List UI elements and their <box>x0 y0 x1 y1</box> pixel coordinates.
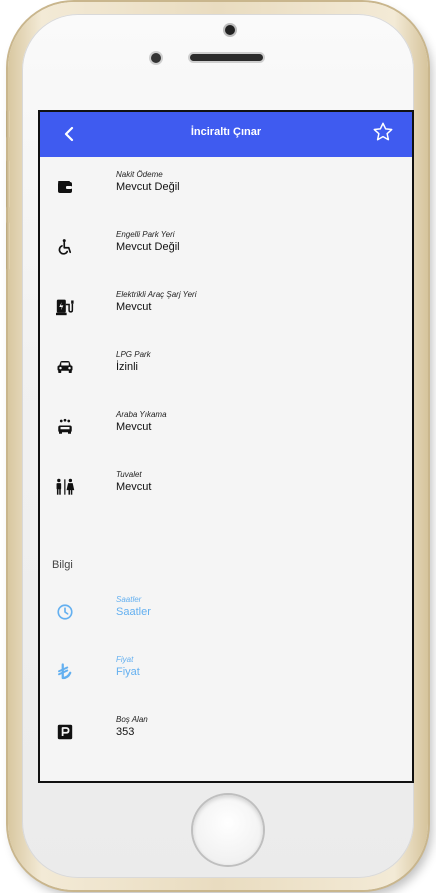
item-label: Araba Yıkama <box>116 410 167 419</box>
home-button[interactable] <box>193 795 263 865</box>
item-label: Tuvalet <box>116 470 142 479</box>
item-label: Boş Alan <box>116 715 148 724</box>
item-value: Mevcut Değil <box>116 241 180 253</box>
clock-icon <box>54 601 76 623</box>
item-value: Mevcut <box>116 481 152 493</box>
item-value: Saatler <box>116 606 151 618</box>
page-title: İnciraltı Çınar <box>190 126 262 138</box>
list-item-disabled-parking: Engelli Park Yeri Mevcut Değil <box>40 230 412 270</box>
item-label: LPG Park <box>116 350 151 359</box>
car-icon <box>54 356 76 378</box>
item-value: İzinli <box>116 361 139 373</box>
front-camera <box>151 53 161 63</box>
lira-icon <box>54 661 76 683</box>
item-label: Saatler <box>116 595 142 604</box>
item-value: Fiyat <box>116 666 140 678</box>
item-label: Engelli Park Yeri <box>116 230 175 239</box>
list-item-free-spaces: Boş Alan 353 <box>40 715 412 755</box>
earpiece-speaker <box>190 54 263 61</box>
mute-switch <box>6 110 10 138</box>
app-bar: İnciraltı Çınar <box>40 112 412 157</box>
list-item-ev-charging: Elektrikli Araç Şarj Yeri Mevcut <box>40 290 412 330</box>
parking-icon <box>54 721 76 743</box>
favorite-button[interactable] <box>368 117 398 147</box>
list-item-restroom: Tuvalet Mevcut <box>40 470 412 510</box>
restroom-icon <box>54 476 76 498</box>
accessible-icon <box>54 236 76 258</box>
ev-charger-icon <box>54 296 76 318</box>
wallet-icon <box>54 176 76 198</box>
item-value: Mevcut Değil <box>116 181 180 193</box>
item-label: Fiyat <box>116 655 134 664</box>
app-screen: İnciraltı Çınar Nakit Ödeme Mevcut Değil <box>38 110 414 783</box>
list-item-price[interactable]: Fiyat Fiyat <box>40 655 412 695</box>
car-wash-icon <box>54 416 76 438</box>
list-item-lpg-parking: LPG Park İzinli <box>40 350 412 390</box>
star-outline-icon <box>373 122 393 141</box>
item-label: Nakit Ödeme <box>116 170 163 179</box>
volume-up-button <box>6 160 10 208</box>
camera-dot <box>225 25 235 35</box>
section-title-info: Bilgi <box>52 559 73 571</box>
list-item-cash-payment: Nakit Ödeme Mevcut Değil <box>40 170 412 210</box>
item-value: Mevcut <box>116 301 152 313</box>
item-label: Elektrikli Araç Şarj Yeri <box>116 290 197 299</box>
volume-down-button <box>6 222 10 270</box>
list-item-car-wash: Araba Yıkama Mevcut <box>40 410 412 450</box>
item-value: 353 <box>116 726 135 738</box>
list-item-hours[interactable]: Saatler Saatler <box>40 595 412 635</box>
item-value: Mevcut <box>116 421 152 433</box>
